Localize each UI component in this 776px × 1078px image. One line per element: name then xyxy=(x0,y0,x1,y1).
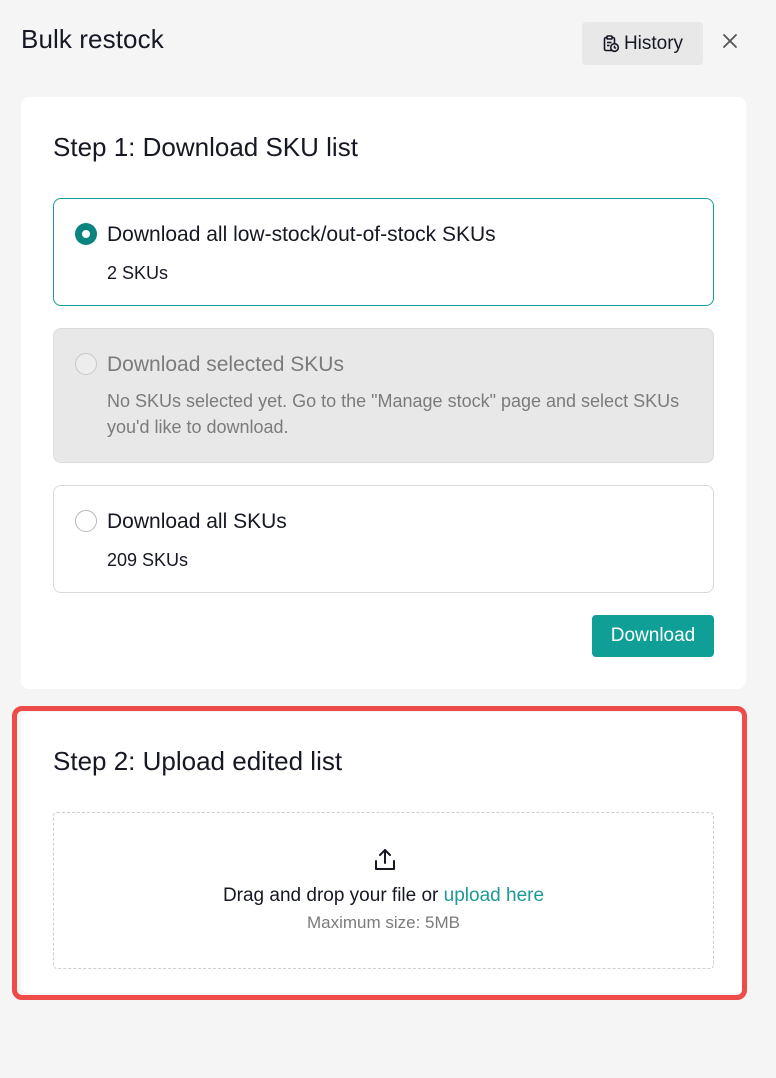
bulk-restock-panel: Bulk restock History Step 1: Download SK… xyxy=(0,0,776,1078)
close-icon xyxy=(722,33,738,52)
file-dropzone[interactable]: Drag and drop your file or upload here M… xyxy=(53,812,714,969)
close-button[interactable] xyxy=(714,26,746,58)
option-low-stock[interactable]: Download all low-stock/out-of-stock SKUs… xyxy=(53,198,714,306)
option-selected-skus-label: Download selected SKUs xyxy=(107,353,344,376)
radio-low-stock[interactable] xyxy=(75,223,97,245)
upload-icon xyxy=(372,847,398,873)
option-selected-skus-hint: No SKUs selected yet. Go to the "Manage … xyxy=(107,391,680,437)
panel-header: Bulk restock History xyxy=(0,0,776,90)
step2-card: Step 2: Upload edited list Drag and drop… xyxy=(21,712,746,993)
upload-link[interactable]: upload here xyxy=(444,885,544,906)
option-all-skus[interactable]: Download all SKUs 209 SKUs xyxy=(53,485,714,593)
clipboard-clock-icon xyxy=(602,34,620,53)
option-low-stock-count: 2 SKUs xyxy=(107,263,169,283)
history-button-label: History xyxy=(623,32,684,54)
step1-title: Step 1: Download SKU list xyxy=(53,132,358,162)
radio-all-skus[interactable] xyxy=(75,510,97,532)
dropzone-text: Drag and drop your file or upload here xyxy=(54,885,713,907)
option-selected-skus: Download selected SKUs No SKUs selected … xyxy=(53,328,714,463)
step1-card: Step 1: Download SKU list Download all l… xyxy=(21,97,746,689)
download-button[interactable]: Download xyxy=(592,615,714,657)
dropzone-instruction: Drag and drop your file or xyxy=(222,885,444,906)
max-size-hint: Maximum size: 5MB xyxy=(306,913,461,932)
step2-title: Step 2: Upload edited list xyxy=(53,746,343,776)
radio-selected-skus xyxy=(75,353,97,375)
history-button[interactable]: History xyxy=(582,22,703,65)
option-all-skus-label: Download all SKUs xyxy=(107,510,287,533)
page-title: Bulk restock xyxy=(21,24,164,54)
option-all-skus-count: 209 SKUs xyxy=(107,550,189,570)
option-low-stock-label: Download all low-stock/out-of-stock SKUs xyxy=(107,223,496,246)
